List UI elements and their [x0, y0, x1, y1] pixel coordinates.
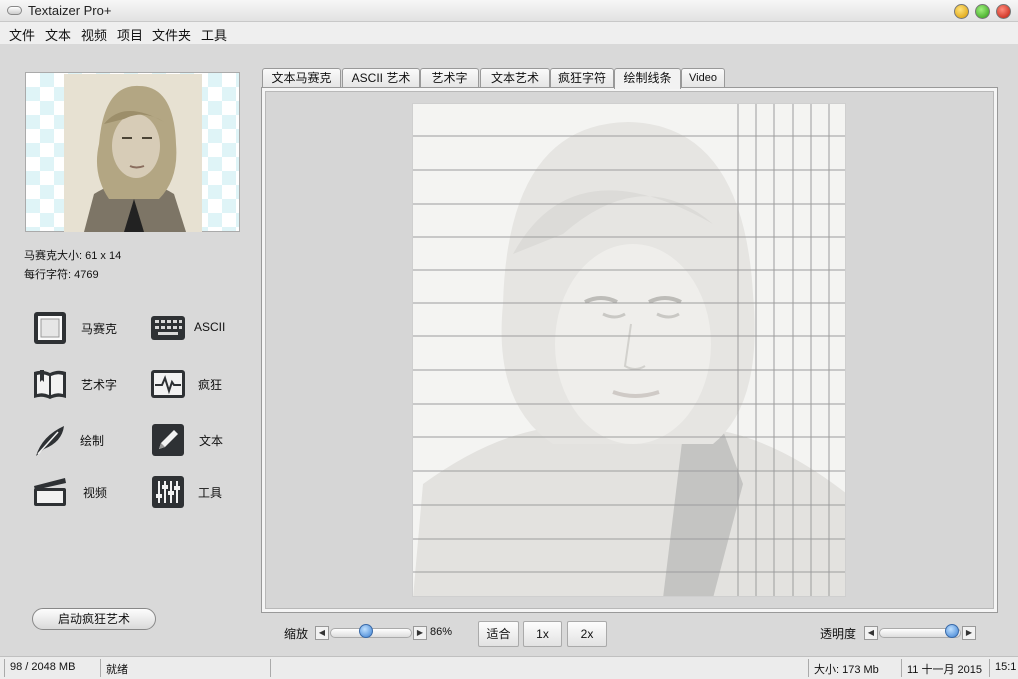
zoom-percent-text: 86% [430, 626, 453, 638]
opacity-decrease-arrow-icon[interactable]: ◀ [864, 626, 878, 640]
mosaic-tool-button[interactable]: 马赛克 [32, 310, 132, 346]
tab-text-art[interactable]: 文本艺术 [480, 68, 550, 88]
portrait-image [64, 74, 202, 232]
zoom-slider-knob[interactable] [359, 624, 373, 638]
tools-tool-label: 工具 [198, 486, 223, 500]
clapperboard-icon [34, 478, 66, 506]
zoom-1x-button[interactable]: 1x [523, 621, 562, 647]
file-size-text: 大小: 173 Mb [814, 664, 879, 676]
zoom-increase-arrow-icon[interactable]: ▶ [413, 626, 427, 640]
draw-tool-button[interactable]: 绘制 [32, 422, 132, 458]
keyboard-icon [151, 316, 185, 340]
wordart-tool-button[interactable]: 艺术字 [32, 366, 132, 402]
pulse-icon [151, 370, 185, 398]
menu-folder[interactable]: 文件夹 [152, 25, 191, 44]
tab-ascii-art[interactable]: ASCII 艺术 [342, 68, 420, 88]
wordart-tool-label: 艺术字 [81, 378, 118, 392]
tab-crazy-chars[interactable]: 疯狂字符 [550, 68, 614, 88]
tab-draw-lines[interactable]: 绘制线条 [614, 68, 681, 89]
chars-per-line-text: 每行字符: 4769 [24, 269, 99, 281]
tab-wordart[interactable]: 艺术字 [420, 68, 479, 88]
text-tool-label: 文本 [199, 434, 224, 448]
status-bar: 98 / 2048 MB 就绪 大小: 173 Mb 11 十一月 2015 1… [0, 656, 1018, 679]
fit-button[interactable]: 适合 [478, 621, 519, 647]
zoom-slider[interactable]: ◀ ▶ [315, 624, 427, 640]
menu-tools[interactable]: 工具 [201, 25, 227, 44]
tab-video[interactable]: Video [681, 68, 725, 88]
app-icon[interactable] [7, 6, 22, 15]
close-button[interactable] [996, 4, 1011, 19]
opacity-label: 透明度 [820, 627, 857, 641]
tab-text-mosaic[interactable]: 文本马赛克 [262, 68, 341, 88]
status-divider [100, 659, 101, 677]
tools-tool-button[interactable]: 工具 [150, 474, 240, 510]
feather-icon [36, 426, 64, 456]
time-text: 15:1 [995, 661, 1017, 673]
launch-crazy-art-button[interactable]: 启动疯狂艺术 [32, 608, 156, 630]
zoom-label: 缩放 [284, 627, 309, 641]
date-text: 11 十一月 2015 [907, 664, 983, 676]
faded-portrait-image [413, 104, 845, 596]
status-divider [901, 659, 902, 677]
menu-file[interactable]: 文件 [9, 25, 35, 44]
ascii-tool-label: ASCII [194, 320, 226, 334]
title-bar: Textaizer Pro+ [0, 0, 1018, 22]
window-title: Textaizer Pro+ [28, 3, 112, 18]
crazy-tool-label: 疯狂 [198, 378, 223, 392]
status-divider [989, 659, 990, 677]
opacity-increase-arrow-icon[interactable]: ▶ [962, 626, 976, 640]
draw-tool-label: 绘制 [80, 434, 105, 448]
video-tool-button[interactable]: 视频 [32, 474, 132, 510]
status-text: 就绪 [106, 664, 128, 676]
menu-project[interactable]: 项目 [117, 25, 143, 44]
opacity-slider-knob[interactable] [945, 624, 959, 638]
zoom-2x-button[interactable]: 2x [567, 621, 607, 647]
mosaic-size-text: 马赛克大小: 61 x 14 [24, 250, 122, 262]
equalizer-icon [152, 476, 184, 508]
menu-bar: 文件 文本 视频 项目 文件夹 工具 [0, 22, 1018, 44]
maximize-button[interactable] [975, 4, 990, 19]
text-tool-button[interactable]: 文本 [150, 422, 240, 458]
minimize-button[interactable] [954, 4, 969, 19]
preview-thumbnail [25, 72, 240, 232]
opacity-slider[interactable]: ◀ ▶ [864, 624, 976, 640]
status-divider [4, 659, 5, 677]
line-art-canvas[interactable] [412, 103, 846, 597]
memory-usage-text: 98 / 2048 MB [10, 661, 76, 673]
ascii-tool-button[interactable]: ASCII [150, 310, 240, 346]
video-tool-label: 视频 [83, 486, 108, 500]
book-icon [34, 370, 66, 399]
zoom-decrease-arrow-icon[interactable]: ◀ [315, 626, 329, 640]
mosaic-icon [34, 312, 66, 344]
status-divider [270, 659, 271, 677]
menu-text[interactable]: 文本 [45, 25, 71, 44]
mosaic-tool-label: 马赛克 [81, 322, 118, 336]
crazy-tool-button[interactable]: 疯狂 [150, 366, 240, 402]
status-divider [808, 659, 809, 677]
pencil-icon [152, 424, 184, 456]
menu-video[interactable]: 视频 [81, 25, 107, 44]
